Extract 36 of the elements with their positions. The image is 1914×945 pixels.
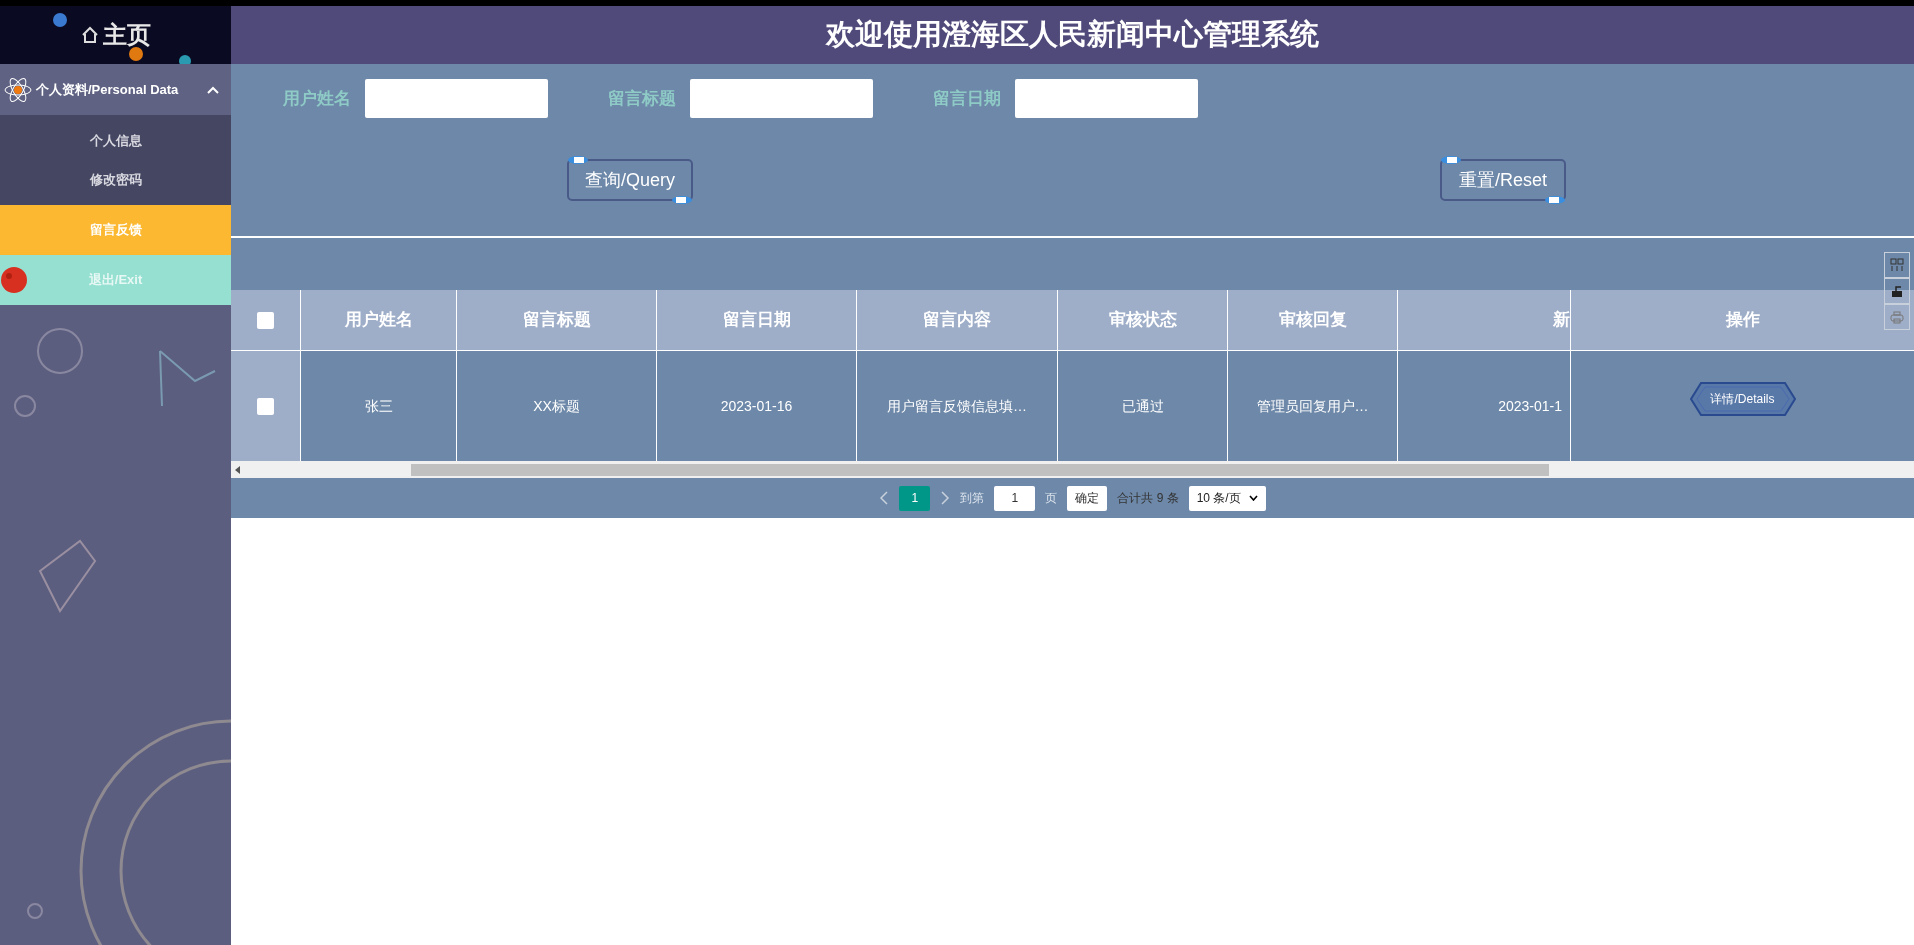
page-input[interactable]: 1 (994, 485, 1036, 511)
field-label: 留言标题 (608, 87, 676, 110)
columns-icon[interactable] (1884, 252, 1910, 278)
details-button[interactable]: 详情/Details (1688, 381, 1797, 417)
planet-icon (0, 266, 28, 294)
search-field[interactable] (365, 79, 548, 118)
home-link[interactable]: 主页 (102, 17, 151, 53)
previous-icon[interactable] (879, 491, 890, 505)
submenu-item[interactable]: 修改密码 (0, 160, 231, 199)
search-field[interactable] (1015, 79, 1198, 118)
planet-icon (178, 54, 192, 64)
checkbox[interactable] (257, 397, 274, 415)
house-icon (80, 26, 99, 44)
field-label: 留言日期 (933, 87, 1001, 110)
page-title: 欢迎使用澄海区人民新闻中心管理系统 (826, 17, 1319, 53)
next-icon[interactable] (940, 491, 951, 505)
sidebar-section[interactable]: 个人资料/Personal Data (0, 64, 231, 115)
search-field[interactable] (690, 79, 873, 118)
column-header: 操作 (1725, 309, 1760, 332)
scroll-left-icon[interactable] (235, 465, 241, 474)
chevron-icon (207, 85, 219, 94)
export-icon[interactable] (1884, 278, 1910, 304)
chevron-icon (1248, 495, 1258, 501)
planet-icon (128, 46, 144, 62)
confirm-button[interactable]: 确定 (1067, 485, 1108, 511)
scrollbar-thumb[interactable] (411, 463, 1549, 476)
page-unit: 页 (1045, 490, 1058, 507)
goto-label: 到第 (960, 490, 985, 507)
current-page[interactable]: 1 (899, 485, 931, 511)
field-label: 用户姓名 (283, 87, 351, 110)
total-count: 合计共 9 条 (1117, 490, 1179, 507)
atom-icon (4, 75, 32, 104)
submenu-item[interactable]: 个人信息 (0, 121, 231, 160)
page-size-select[interactable]: 10 条/页 (1188, 485, 1266, 511)
planet-icon (52, 12, 68, 28)
checkbox[interactable] (257, 311, 274, 329)
